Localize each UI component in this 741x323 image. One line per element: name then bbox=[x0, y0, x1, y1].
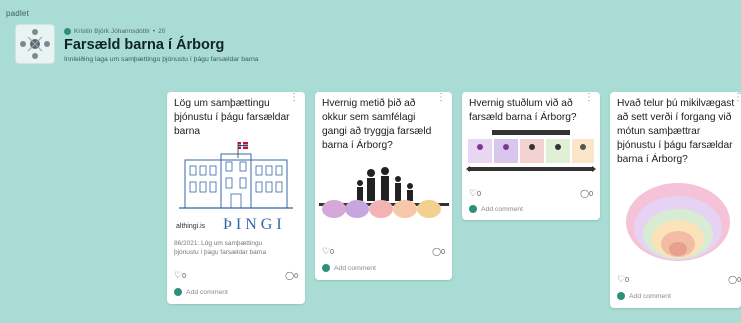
add-comment-field[interactable]: Add comment bbox=[617, 292, 671, 300]
more-options-icon[interactable]: ⋮ bbox=[733, 93, 741, 103]
more-options-icon[interactable]: ⋮ bbox=[436, 93, 446, 103]
comment-count: 0 bbox=[737, 277, 741, 284]
add-comment-label: Add comment bbox=[186, 288, 228, 296]
link-caption[interactable]: 86/2021: Lög um samþættingu þjónustu í þ… bbox=[174, 239, 298, 257]
building-word: ÞINGI bbox=[223, 216, 286, 233]
actions-row: ♡0 ◯0 bbox=[617, 274, 741, 285]
process-infographic-image[interactable] bbox=[466, 129, 596, 179]
like-count: 0 bbox=[477, 191, 481, 198]
more-options-icon[interactable]: ⋮ bbox=[289, 93, 299, 103]
like-button[interactable]: ♡0 bbox=[469, 188, 481, 199]
author-avatar bbox=[64, 28, 71, 35]
comment-button[interactable]: ◯0 bbox=[285, 271, 298, 280]
card-post-1[interactable]: Lög um samþættingu þjónustu í þágu farsæ… bbox=[167, 92, 305, 304]
board-title: Farsæld barna í Árborg bbox=[64, 37, 225, 53]
like-button[interactable]: ♡0 bbox=[174, 270, 186, 281]
add-comment-field[interactable]: Add comment bbox=[174, 288, 228, 296]
caption-line-1: 86/2021: Lög um samþættingu bbox=[174, 240, 263, 247]
like-button[interactable]: ♡0 bbox=[617, 274, 629, 285]
family-infographic-image[interactable] bbox=[319, 165, 449, 235]
board-icon bbox=[16, 25, 54, 63]
post-title: Hvernig metið þið að okkur sem samfélagi… bbox=[322, 98, 432, 151]
post-title: Hvernig stuðlum við að farsæld barna í Á… bbox=[469, 98, 577, 123]
post-title: Hvað telur þú mikilvægast að sett verði … bbox=[617, 98, 735, 165]
add-comment-label: Add comment bbox=[481, 205, 523, 213]
comment-count: 0 bbox=[589, 191, 593, 198]
heart-icon: ♡ bbox=[469, 188, 478, 198]
post-time: 20 bbox=[158, 28, 166, 35]
board-subtitle: Innleiðing laga um samþættingu þjónustu … bbox=[64, 56, 259, 63]
card-post-3[interactable]: Hvernig stuðlum við að farsæld barna í Á… bbox=[462, 92, 600, 220]
comment-icon: ◯ bbox=[432, 247, 442, 256]
concentric-circles-image[interactable] bbox=[624, 182, 732, 262]
post-title: Lög um samþættingu þjónustu í þágu farsæ… bbox=[174, 98, 290, 137]
actions-row: ♡0 ◯0 bbox=[322, 246, 445, 257]
heart-icon: ♡ bbox=[322, 246, 331, 256]
brand-logo[interactable]: padlet bbox=[6, 9, 29, 18]
author-name[interactable]: Kristín Björk Jóhannsdóttir bbox=[74, 28, 150, 35]
card-post-4[interactable]: Hvað telur þú mikilvægast að sett verði … bbox=[610, 92, 741, 308]
comment-button[interactable]: ◯0 bbox=[580, 189, 593, 198]
user-avatar bbox=[469, 205, 477, 213]
add-comment-field[interactable]: Add comment bbox=[322, 264, 376, 272]
comment-count: 0 bbox=[294, 273, 298, 280]
author-row: Kristín Björk Jóhannsdóttir • 20 bbox=[64, 28, 165, 35]
more-options-icon[interactable]: ⋮ bbox=[584, 93, 594, 103]
like-button[interactable]: ♡0 bbox=[322, 246, 334, 257]
actions-row: ♡0 ◯0 bbox=[174, 270, 298, 281]
user-avatar bbox=[322, 264, 330, 272]
actions-row: ♡0 ◯0 bbox=[469, 188, 593, 199]
comment-button[interactable]: ◯0 bbox=[432, 247, 445, 256]
comment-icon: ◯ bbox=[285, 271, 295, 280]
like-count: 0 bbox=[182, 273, 186, 280]
link-domain[interactable]: althingi.is bbox=[176, 223, 206, 230]
like-count: 0 bbox=[625, 277, 629, 284]
heart-icon: ♡ bbox=[617, 274, 626, 284]
user-avatar bbox=[617, 292, 625, 300]
separator-dot: • bbox=[152, 28, 156, 35]
comment-icon: ◯ bbox=[728, 275, 738, 284]
add-comment-label: Add comment bbox=[334, 264, 376, 272]
user-avatar bbox=[174, 288, 182, 296]
comment-icon: ◯ bbox=[580, 189, 590, 198]
card-post-2[interactable]: Hvernig metið þið að okkur sem samfélagi… bbox=[315, 92, 452, 280]
comment-count: 0 bbox=[441, 249, 445, 256]
comment-button[interactable]: ◯0 bbox=[728, 275, 741, 284]
heart-icon: ♡ bbox=[174, 270, 183, 280]
like-count: 0 bbox=[330, 249, 334, 256]
add-comment-field[interactable]: Add comment bbox=[469, 205, 523, 213]
add-comment-label: Add comment bbox=[629, 292, 671, 300]
caption-line-2: þjónustu í þágu farsældar barna bbox=[174, 249, 267, 256]
